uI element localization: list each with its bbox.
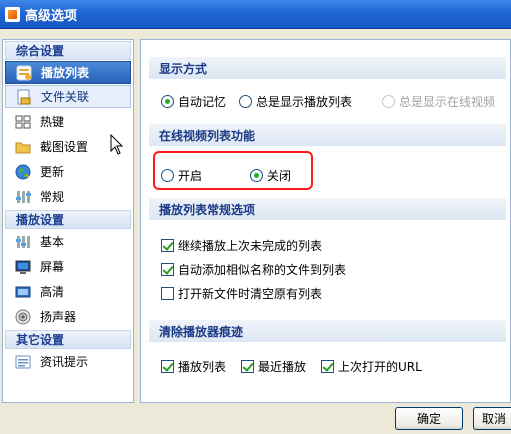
sidebar-item-label: 热键 bbox=[40, 115, 65, 129]
checkbox-clear-on-open[interactable]: 打开新文件时清空原有列表 bbox=[161, 285, 322, 302]
news-tips-icon bbox=[15, 354, 31, 370]
radio-button[interactable] bbox=[250, 169, 263, 182]
sidebar-item-label: 常规 bbox=[40, 190, 65, 204]
sidebar-item-speaker[interactable]: 扬声器 bbox=[3, 304, 133, 329]
hotkey-icon bbox=[15, 114, 31, 130]
sidebar-item-general[interactable]: 常规 bbox=[3, 184, 133, 209]
section-clear-traces: 清除播放器痕迹 bbox=[149, 320, 506, 342]
checkbox-continue-last-list[interactable]: 继续播放上次未完成的列表 bbox=[161, 237, 322, 254]
dialog-client-area: 综合设置 播放列表 文件关联 热键 截图设置 更新 常规 播放设置 基本 屏幕 … bbox=[0, 29, 511, 434]
hd-icon bbox=[15, 284, 31, 300]
section-online-video-list: 在线视频列表功能 bbox=[149, 124, 506, 146]
radio-always-show-playlist[interactable]: 总是显示播放列表 bbox=[239, 93, 352, 110]
sidebar-item-label: 文件关联 bbox=[41, 90, 90, 104]
sidebar-item-playlist[interactable]: 播放列表 bbox=[5, 61, 131, 84]
checkbox[interactable] bbox=[161, 263, 174, 276]
cancel-button[interactable]: 取消 bbox=[473, 407, 511, 430]
sidebar-item-basic[interactable]: 基本 bbox=[3, 229, 133, 254]
radio-button bbox=[382, 95, 395, 108]
settings-sidebar: 综合设置 播放列表 文件关联 热键 截图设置 更新 常规 播放设置 基本 屏幕 … bbox=[2, 39, 134, 403]
category-other: 其它设置 bbox=[5, 330, 131, 349]
checkbox-clear-recent[interactable]: 最近播放 bbox=[241, 358, 306, 375]
radio-auto-remember[interactable]: 自动记忆 bbox=[161, 93, 226, 110]
checkbox-clear-playlist[interactable]: 播放列表 bbox=[161, 358, 226, 375]
sidebar-item-label: 高清 bbox=[40, 285, 65, 299]
sidebar-item-label: 截图设置 bbox=[40, 140, 89, 154]
sidebar-item-file-association[interactable]: 文件关联 bbox=[5, 85, 131, 108]
sidebar-item-hotkey[interactable]: 热键 bbox=[3, 109, 133, 134]
radio-button[interactable] bbox=[161, 95, 174, 108]
radio-button[interactable] bbox=[239, 95, 252, 108]
app-logo-icon bbox=[5, 6, 20, 22]
screenshot-folder-icon bbox=[15, 139, 31, 155]
section-display-mode: 显示方式 bbox=[149, 57, 506, 79]
general-settings-icon bbox=[15, 189, 31, 205]
screen-monitor-icon bbox=[15, 259, 31, 275]
mouse-cursor-icon bbox=[110, 134, 124, 155]
sidebar-item-hd[interactable]: 高清 bbox=[3, 279, 133, 304]
section-playlist-options: 播放列表常规选项 bbox=[149, 198, 506, 220]
sidebar-item-label: 屏幕 bbox=[40, 260, 65, 274]
checkbox[interactable] bbox=[161, 287, 174, 300]
update-globe-icon bbox=[15, 164, 31, 180]
sidebar-item-update[interactable]: 更新 bbox=[3, 159, 133, 184]
checkbox[interactable] bbox=[321, 360, 334, 373]
checkbox[interactable] bbox=[241, 360, 254, 373]
radio-enable[interactable]: 开启 bbox=[161, 167, 202, 184]
ok-button[interactable]: 确定 bbox=[395, 407, 463, 430]
sidebar-item-label: 基本 bbox=[40, 235, 65, 249]
settings-panel: 显示方式 自动记忆 总是显示播放列表 总是显示在线视频 在线视频列表功能 开启 … bbox=[140, 39, 511, 403]
category-playback: 播放设置 bbox=[5, 210, 131, 229]
sidebar-item-label: 资讯提示 bbox=[40, 355, 89, 369]
sidebar-item-label: 播放列表 bbox=[41, 66, 90, 80]
sidebar-item-label: 更新 bbox=[40, 165, 65, 179]
checkbox[interactable] bbox=[161, 360, 174, 373]
window-title: 高级选项 bbox=[25, 8, 78, 24]
sidebar-item-news-tips[interactable]: 资讯提示 bbox=[3, 349, 133, 374]
checkbox-clear-last-url[interactable]: 上次打开的URL bbox=[321, 358, 422, 375]
file-association-icon bbox=[16, 89, 32, 105]
title-bar: 高级选项 bbox=[0, 0, 511, 29]
checkbox-auto-add-similar[interactable]: 自动添加相似名称的文件到列表 bbox=[161, 261, 346, 278]
checkbox[interactable] bbox=[161, 239, 174, 252]
speaker-icon bbox=[15, 309, 31, 325]
radio-button[interactable] bbox=[161, 169, 174, 182]
category-general: 综合设置 bbox=[5, 41, 131, 60]
radio-always-show-online-video: 总是显示在线视频 bbox=[382, 93, 495, 110]
basic-sliders-icon bbox=[15, 234, 31, 250]
sidebar-item-screen[interactable]: 屏幕 bbox=[3, 254, 133, 279]
sidebar-item-label: 扬声器 bbox=[40, 310, 77, 324]
playlist-icon bbox=[16, 65, 32, 81]
radio-disable[interactable]: 关闭 bbox=[250, 167, 291, 184]
